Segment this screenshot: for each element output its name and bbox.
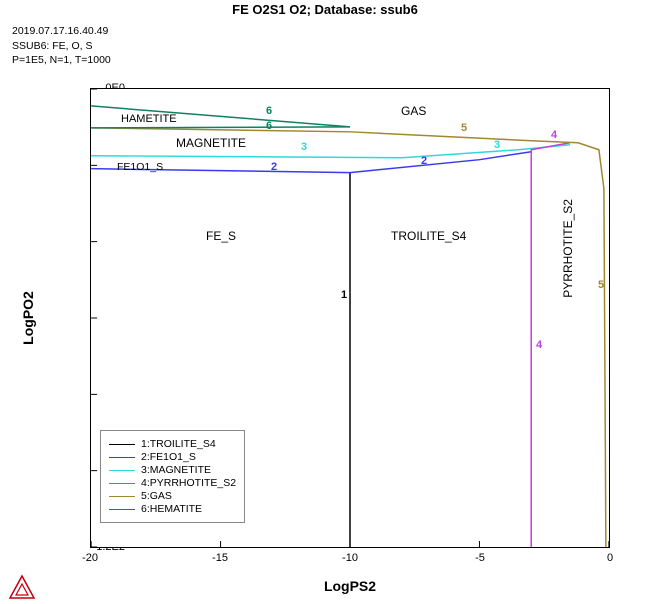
legend-box: 1:TROILITE_S4 2:FE1O1_S 3:MAGNETITE 4:PY… [100,430,245,523]
curve-label-6a: 6 [266,105,272,117]
legend-label: 1:TROILITE_S4 [141,438,216,450]
legend-item-3: 3:MAGNETITE [109,464,236,476]
xtick-1: -15 [212,552,228,564]
region-troilite: TROILITE_S4 [391,229,466,243]
meta-system: SSUB6: FE, O, S [12,39,111,54]
legend-label: 4:PYRRHOTITE_S2 [141,477,236,489]
chart-title: FE O2S1 O2; Database: ssub6 [0,2,650,17]
curve-label-2a: 2 [271,161,277,173]
curve-label-3b: 3 [494,139,500,151]
meta-conditions: P=1E5, N=1, T=1000 [12,53,111,68]
curve-label-1: 1 [341,289,347,301]
line-icon [109,457,135,458]
curve-label-3a: 3 [301,141,307,153]
curve-label-4b: 4 [551,129,557,141]
x-axis-label: LogPS2 [90,578,610,594]
curve-label-5b: 5 [598,279,604,291]
thermocalc-logo-icon [8,574,36,600]
legend-item-5: 5:GAS [109,490,236,502]
curve-label-2b: 2 [421,155,427,167]
region-gas: GAS [401,104,426,118]
line-icon [109,470,135,471]
legend-label: 3:MAGNETITE [141,464,211,476]
page-root: FE O2S1 O2; Database: ssub6 2019.07.17.1… [0,0,650,604]
curve-label-6b: 6 [266,120,272,132]
region-fe1o1: FE1O1_S [117,161,163,173]
y-axis-label: LogPO2 [18,88,38,548]
region-magnetite: MAGNETITE [176,136,246,150]
legend-item-4: 4:PYRRHOTITE_S2 [109,477,236,489]
curve-label-5a: 5 [461,122,467,134]
line-icon [109,483,135,484]
xtick-4: 0 [607,552,613,564]
xtick-3: -5 [475,552,485,564]
meta-timestamp: 2019.07.17.16.40.49 [12,24,111,39]
legend-label: 2:FE1O1_S [141,451,196,463]
xtick-2: -10 [342,552,358,564]
legend-item-1: 1:TROILITE_S4 [109,438,236,450]
legend-item-2: 2:FE1O1_S [109,451,236,463]
region-fe-s: FE_S [206,229,236,243]
metadata-block: 2019.07.17.16.40.49 SSUB6: FE, O, S P=1E… [12,24,111,68]
line-icon [109,444,135,445]
curve-label-4a: 4 [536,339,542,351]
legend-item-6: 6:HEMATITE [109,503,236,515]
region-hametite: HAMETITE [121,113,177,125]
xtick-0: -20 [82,552,98,564]
line-icon [109,509,135,510]
line-icon [109,496,135,497]
legend-label: 5:GAS [141,490,172,502]
legend-label: 6:HEMATITE [141,503,202,515]
region-pyrrhotite: PYRRHOTITE_S2 [561,199,575,298]
